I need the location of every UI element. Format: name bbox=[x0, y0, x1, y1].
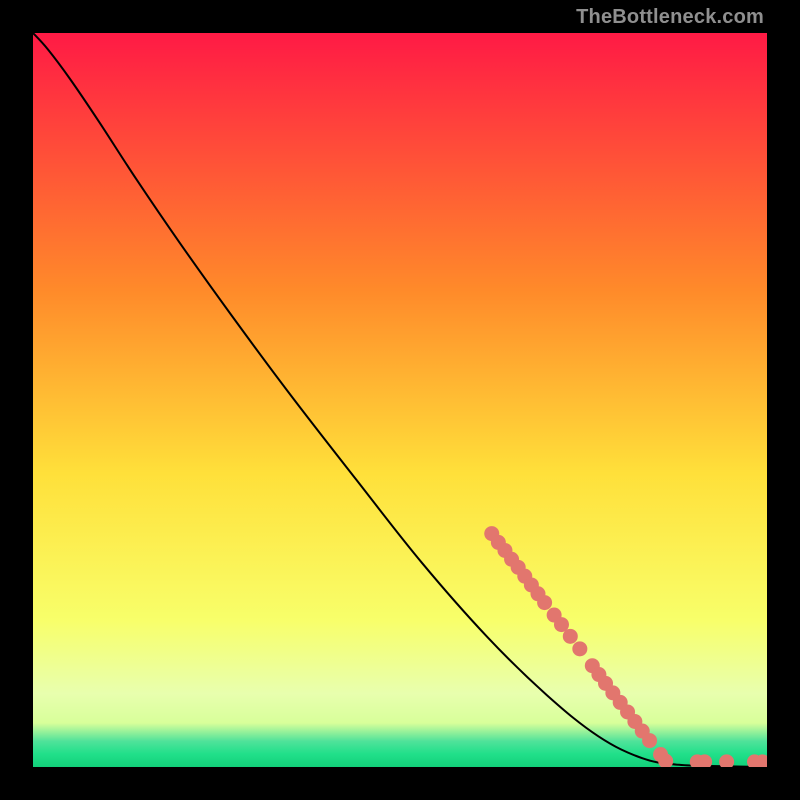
highlight-dot bbox=[537, 595, 552, 610]
attribution-text: TheBottleneck.com bbox=[576, 6, 764, 29]
highlight-dot bbox=[563, 629, 578, 644]
curve-layer bbox=[33, 33, 767, 767]
highlight-dot bbox=[642, 733, 657, 748]
highlight-dot bbox=[719, 754, 734, 767]
plot-area bbox=[33, 33, 767, 767]
highlight-dot bbox=[572, 641, 587, 656]
bottleneck-curve bbox=[33, 33, 767, 767]
